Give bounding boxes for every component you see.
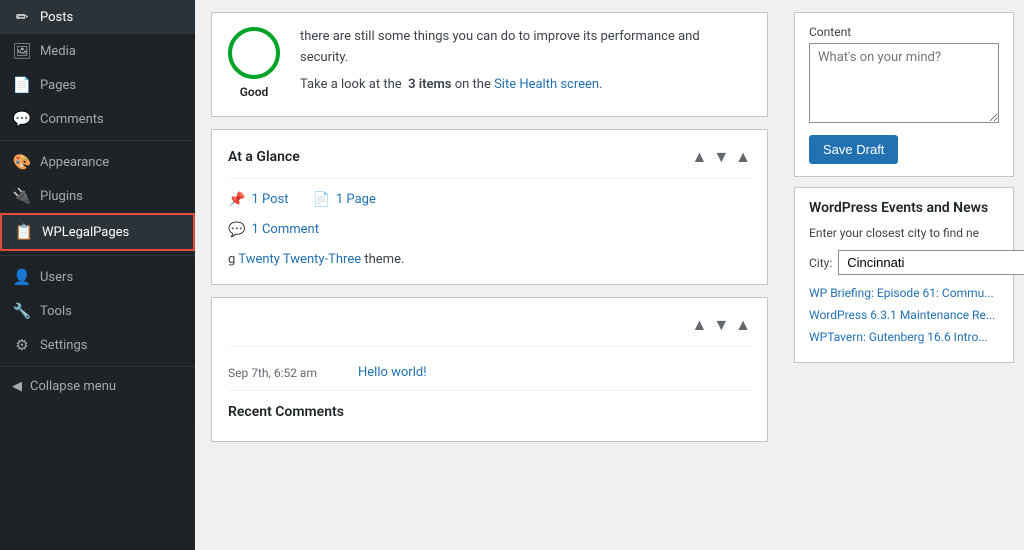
health-status-label: Good	[228, 83, 280, 102]
sidebar-item-label: Comments	[40, 112, 104, 127]
health-desc-text: there are still some things you can do t…	[300, 27, 751, 69]
sidebar-item-plugins[interactable]: 🔌 Plugins	[0, 179, 195, 213]
activity-time: Sep 7th, 6:52 am	[228, 364, 338, 383]
wplegal-icon: 📋	[14, 223, 34, 241]
sidebar-item-wplegal[interactable]: 📋 WPLegalPages	[0, 213, 195, 251]
wp-events-description: Enter your closest city to find ne	[809, 224, 999, 242]
posts-icon: ✏	[12, 8, 32, 26]
sidebar-item-appearance[interactable]: 🎨 Appearance	[0, 145, 195, 179]
sidebar-item-label: Users	[40, 270, 73, 285]
card-controls: ▲ ▼ ▲	[691, 144, 751, 170]
expand-icon[interactable]: ▲	[735, 144, 751, 170]
content-textarea[interactable]	[809, 43, 999, 123]
collapse-menu[interactable]: ◀ Collapse menu	[0, 371, 195, 402]
activity-title	[228, 314, 231, 336]
comment-count-link[interactable]: 💬 1 Comment	[228, 219, 319, 241]
sidebar-item-label: WPLegalPages	[42, 225, 129, 240]
users-icon: 👤	[12, 268, 32, 286]
theme-text: g Twenty Twenty-Three theme.	[228, 250, 751, 271]
collapse-up-icon[interactable]: ▲	[691, 144, 707, 170]
news-item-2[interactable]: WordPress 6.3.1 Maintenance Re...	[809, 307, 999, 324]
save-draft-button[interactable]: Save Draft	[809, 135, 898, 164]
glance-comment-row: 💬 1 Comment	[228, 219, 751, 241]
collapse-down-icon[interactable]: ▼	[713, 144, 729, 170]
publish-card: Content Save Draft	[794, 12, 1014, 177]
sidebar-item-label: Appearance	[40, 155, 109, 170]
media-icon: 🖼	[12, 42, 32, 60]
activity-down-icon[interactable]: ▼	[713, 312, 729, 338]
main-content: Good there are still some things you can…	[195, 0, 784, 550]
collapse-icon: ◀	[12, 379, 22, 394]
right-panel: Content Save Draft WordPress Events and …	[784, 0, 1024, 550]
news-item-3[interactable]: WPTavern: Gutenberg 16.6 Intro...	[809, 329, 999, 346]
recent-comments-title: Recent Comments	[228, 401, 751, 423]
sidebar-item-settings[interactable]: ⚙ Settings	[0, 328, 195, 362]
health-items-text: Take a look at the 3 items on the Site H…	[300, 75, 751, 96]
sidebar-item-comments[interactable]: 💬 Comments	[0, 102, 195, 136]
health-status-section: Good	[228, 27, 280, 102]
pages-icon: 📄	[12, 76, 32, 94]
content-label: Content	[809, 25, 999, 39]
city-label: City:	[809, 256, 832, 270]
at-a-glance-card: At a Glance ▲ ▼ ▲ 📌 1 Post 📄 1 Page 💬 1 …	[211, 129, 768, 285]
collapse-label: Collapse menu	[30, 379, 116, 394]
sidebar-item-pages[interactable]: 📄 Pages	[0, 68, 195, 102]
comments-icon: 💬	[12, 110, 32, 128]
activity-row: Sep 7th, 6:52 am Hello world!	[228, 357, 751, 391]
post-count-icon: 📌	[228, 189, 245, 211]
sidebar-item-label: Settings	[40, 338, 87, 353]
sidebar-item-label: Media	[40, 44, 76, 59]
city-row: City:	[809, 250, 999, 275]
appearance-icon: 🎨	[12, 153, 32, 171]
site-health-description: there are still some things you can do t…	[300, 27, 751, 95]
news-item-1[interactable]: WP Briefing: Episode 61: Commu...	[809, 285, 999, 302]
sidebar-item-label: Tools	[40, 304, 72, 319]
sidebar-item-posts[interactable]: ✏ Posts	[0, 0, 195, 34]
page-count-icon: 📄	[312, 189, 329, 211]
sidebar-item-media[interactable]: 🖼 Media	[0, 34, 195, 68]
sidebar-item-label: Posts	[40, 10, 73, 25]
tools-icon: 🔧	[12, 302, 32, 320]
sidebar-item-label: Plugins	[40, 189, 83, 204]
theme-link[interactable]: Twenty Twenty-Three	[238, 252, 361, 267]
comment-count-icon: 💬	[228, 219, 245, 241]
activity-card-controls: ▲ ▼ ▲	[691, 312, 751, 338]
glance-stats-row: 📌 1 Post 📄 1 Page	[228, 189, 751, 211]
plugins-icon: 🔌	[12, 187, 32, 205]
health-circle	[228, 27, 280, 79]
at-a-glance-header: At a Glance ▲ ▼ ▲	[228, 144, 751, 179]
activity-expand-icon[interactable]: ▲	[735, 312, 751, 338]
activity-link[interactable]: Hello world!	[358, 363, 427, 384]
city-input[interactable]	[838, 250, 1024, 275]
sidebar: ✏ Posts 🖼 Media 📄 Pages 💬 Comments 🎨 App…	[0, 0, 195, 550]
activity-card: ▲ ▼ ▲ Sep 7th, 6:52 am Hello world! Rece…	[211, 297, 768, 442]
wp-events-title: WordPress Events and News	[809, 200, 999, 216]
wp-events-card: WordPress Events and News Enter your clo…	[794, 187, 1014, 363]
at-a-glance-title: At a Glance	[228, 146, 300, 168]
page-count-link[interactable]: 📄 1 Page	[312, 189, 375, 211]
post-count-link[interactable]: 📌 1 Post	[228, 189, 288, 211]
sidebar-item-label: Pages	[40, 78, 76, 93]
site-health-link[interactable]: Site Health screen	[494, 77, 599, 92]
activity-header: ▲ ▼ ▲	[228, 312, 751, 347]
settings-icon: ⚙	[12, 336, 32, 354]
sidebar-item-users[interactable]: 👤 Users	[0, 260, 195, 294]
activity-up-icon[interactable]: ▲	[691, 312, 707, 338]
site-health-card: Good there are still some things you can…	[211, 12, 768, 117]
sidebar-item-tools[interactable]: 🔧 Tools	[0, 294, 195, 328]
